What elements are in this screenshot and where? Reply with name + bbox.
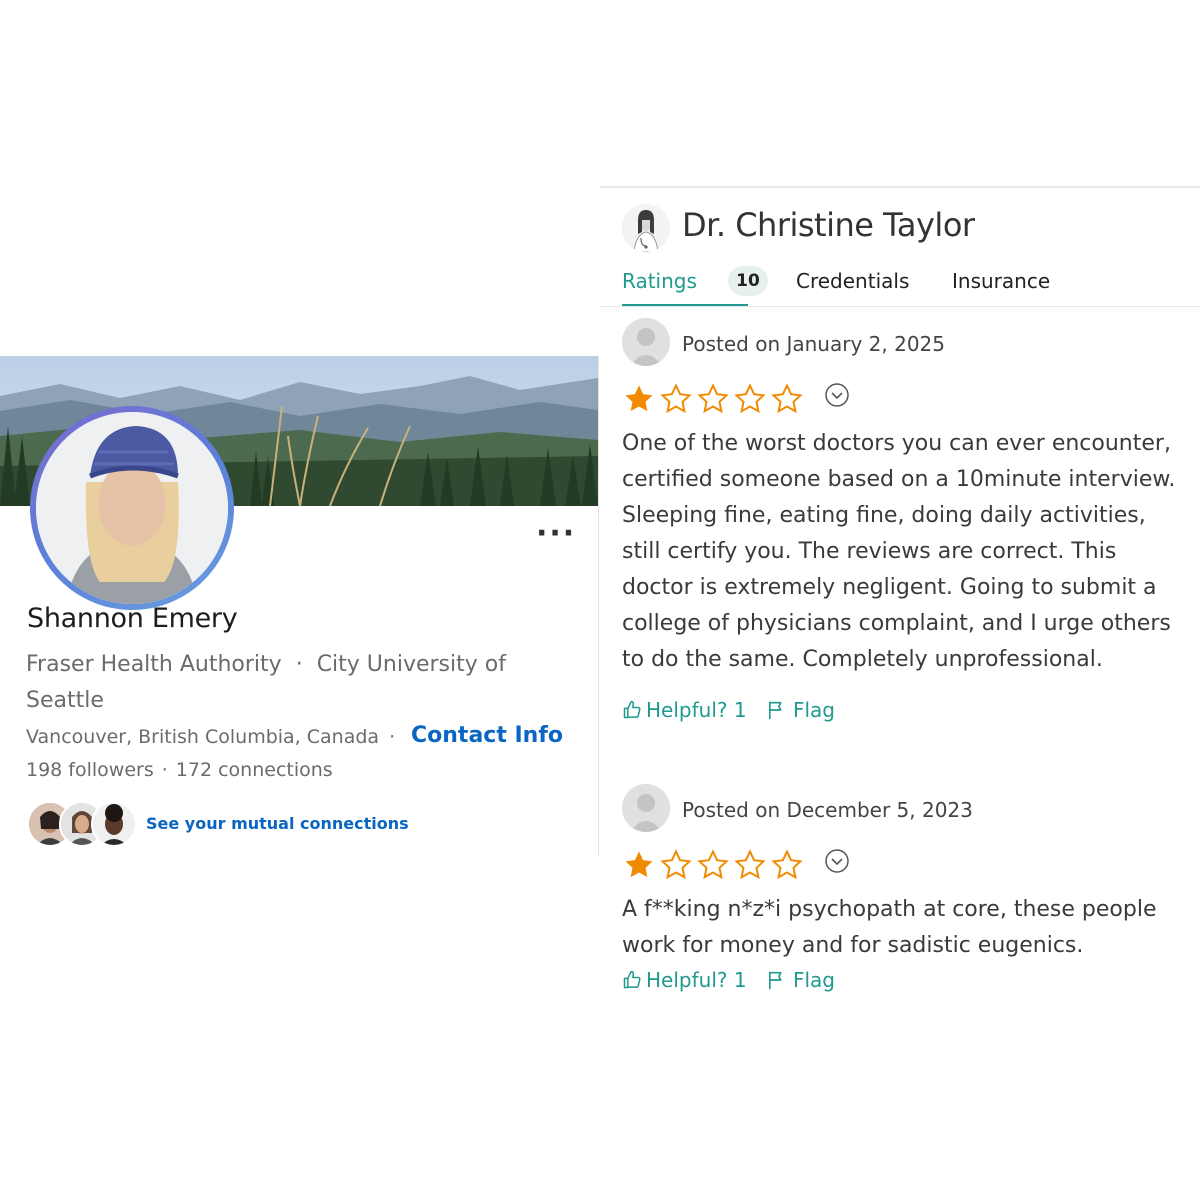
profile-location: Vancouver, British Columbia, Canada · (26, 726, 405, 748)
mutual-connections-avatars[interactable] (27, 801, 137, 847)
reviewer-avatar-icon (622, 318, 670, 366)
mutual-connections-link[interactable]: See your mutual connections (146, 814, 409, 833)
doctor-ratings-panel: Dr. Christine Taylor Ratings 10 Credenti… (600, 186, 1200, 1028)
flag-label: Flag (792, 968, 835, 992)
profile-avatar[interactable] (30, 406, 234, 610)
star-icon (771, 849, 803, 880)
chevron-down-icon[interactable] (824, 848, 850, 874)
doctor-avatar (622, 204, 670, 252)
star-icon (660, 383, 692, 414)
followers-count[interactable]: 198 followers (26, 759, 154, 781)
star-rating (622, 848, 862, 884)
thumbs-up-icon (623, 970, 641, 989)
doctor-name: Dr. Christine Taylor (682, 206, 975, 244)
helpful-label: Helpful? 1 (646, 968, 747, 992)
star-icon (625, 385, 653, 412)
profile-headline: Fraser Health Authority · City University … (26, 647, 546, 719)
tab-ratings-label: Ratings (622, 269, 697, 293)
profile-card: ··· Shannon Emery Fraser Health Authorit… (0, 356, 599, 856)
more-icon[interactable]: ··· (536, 519, 576, 549)
tabs-divider (600, 306, 1200, 307)
star-icon (734, 383, 766, 414)
tab-insurance[interactable]: Insurance (952, 269, 1050, 293)
flag-button[interactable]: Flag (767, 968, 835, 992)
helpful-label: Helpful? 1 (646, 698, 747, 722)
ratings-count-badge: 10 (728, 266, 768, 296)
review-date: Posted on January 2, 2025 (682, 332, 945, 356)
flag-icon (768, 701, 782, 720)
star-rating (622, 382, 862, 418)
location-text: Vancouver, British Columbia, Canada (26, 726, 380, 748)
profile-photo (36, 412, 228, 604)
star-icon (697, 849, 729, 880)
profile-stats: 198 followers · 172 connections (26, 759, 333, 781)
star-icon (771, 383, 803, 414)
star-icon (697, 383, 729, 414)
headline-organization: Fraser Health Authority (26, 652, 282, 677)
tab-credentials[interactable]: Credentials (796, 269, 909, 293)
connections-count[interactable]: 172 connections (176, 759, 333, 781)
star-icon (660, 849, 692, 880)
doctor-tabs: Ratings 10 Credentials Insurance (622, 266, 1200, 307)
headline-separator: · (295, 652, 303, 677)
flag-icon (768, 971, 782, 990)
tab-ratings[interactable]: Ratings (622, 269, 697, 293)
star-icon (734, 849, 766, 880)
profile-name: Shannon Emery (27, 603, 238, 634)
chevron-down-icon[interactable] (824, 382, 850, 408)
location-separator: · (389, 726, 396, 748)
contact-info-link[interactable]: Contact Info (411, 723, 563, 748)
star-icon (625, 851, 653, 878)
stats-separator: · (161, 759, 168, 781)
review-item: Posted on January 2, 2025 One of the wor… (622, 318, 1192, 738)
review-text: A f**king n*z*i psychopath at core, thes… (622, 897, 1157, 958)
thumbs-up-icon (623, 700, 641, 719)
flag-label: Flag (792, 698, 835, 722)
helpful-button[interactable]: Helpful? 1 (622, 698, 747, 722)
reviewer-avatar-icon (622, 784, 670, 832)
review-item: Posted on December 5, 2023 A f**king n*z… (622, 784, 1192, 1024)
mutual-avatar (91, 801, 137, 847)
helpful-button[interactable]: Helpful? 1 (622, 968, 747, 992)
review-actions: Helpful? 1 Flag (622, 968, 849, 995)
review-text: One of the worst doctors you can ever en… (622, 431, 1176, 672)
review-actions: Helpful? 1 Flag (622, 698, 849, 725)
review-date: Posted on December 5, 2023 (682, 798, 973, 822)
flag-button[interactable]: Flag (767, 698, 835, 722)
